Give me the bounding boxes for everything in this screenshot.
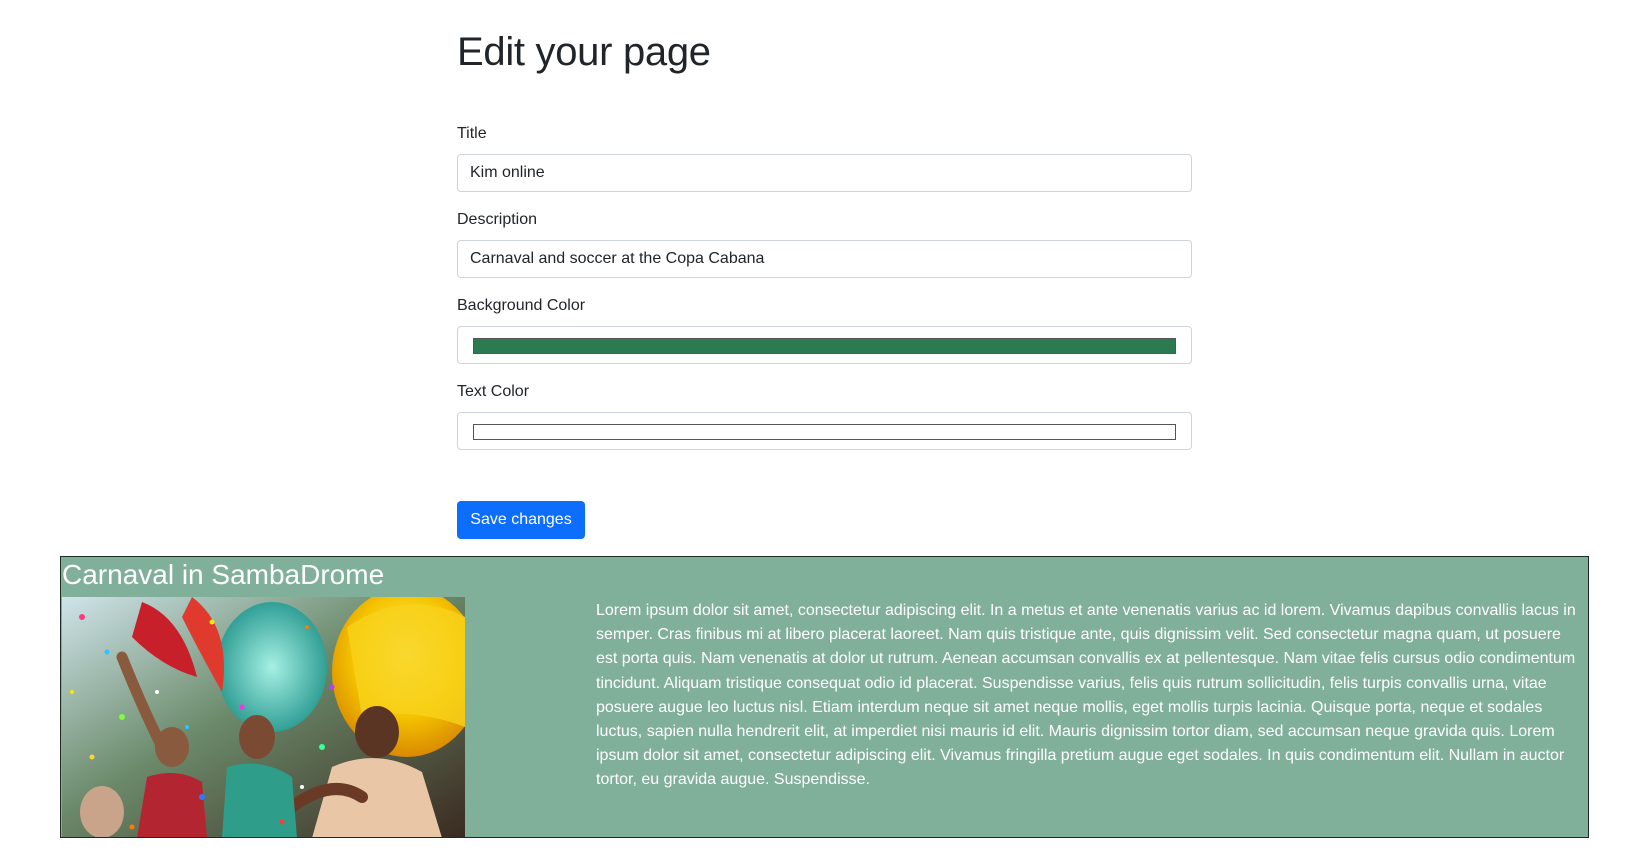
title-label: Title bbox=[457, 125, 487, 142]
description-label: Description bbox=[457, 211, 538, 228]
page-preview: Carnaval in SambaDrome Lorem ipsum dolor… bbox=[60, 556, 1589, 838]
description-input[interactable] bbox=[457, 240, 1192, 278]
background-color-swatch bbox=[473, 338, 1176, 354]
text-color-label: Text Color bbox=[457, 383, 530, 400]
background-color-picker[interactable] bbox=[457, 326, 1192, 364]
text-color-swatch bbox=[473, 424, 1176, 440]
background-color-label: Background Color bbox=[457, 297, 586, 314]
carnaval-dancers-image bbox=[62, 597, 465, 837]
preview-heading: Carnaval in SambaDrome bbox=[62, 559, 385, 590]
text-color-picker[interactable] bbox=[457, 412, 1192, 450]
title-input[interactable] bbox=[457, 154, 1192, 192]
save-changes-button[interactable]: Save changes bbox=[457, 501, 585, 539]
preview-body-text: Lorem ipsum dolor sit amet, consectetur … bbox=[596, 602, 1576, 789]
page-title: Edit your page bbox=[457, 30, 711, 74]
